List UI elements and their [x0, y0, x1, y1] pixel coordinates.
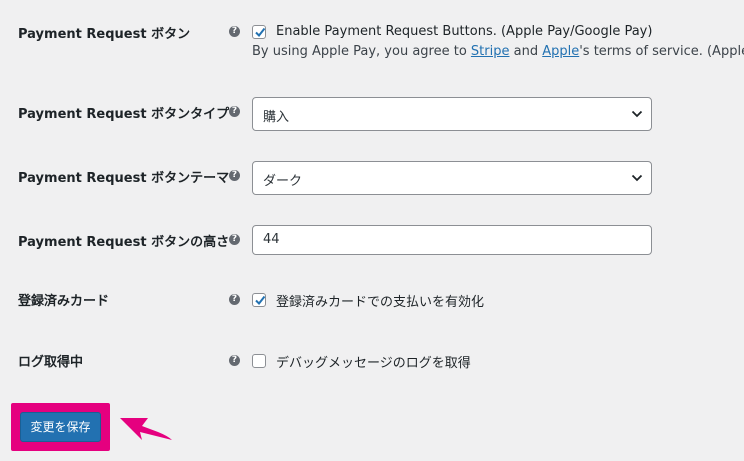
help-icon[interactable]: ? — [229, 294, 240, 305]
desc-text-after: 's terms of service. (Apple Pay — [579, 44, 744, 59]
help-icon[interactable]: ? — [229, 170, 240, 181]
button-theme-label: Payment Request ボタンテーマ — [18, 171, 230, 186]
desc-text-before: By using Apple Pay, you agree to — [252, 44, 471, 59]
logging-checkbox-label[interactable]: デバッグメッセージのログを取得 — [276, 352, 471, 371]
stripe-link[interactable]: Stripe — [471, 44, 510, 59]
button-height-input[interactable]: 44 — [252, 225, 652, 255]
saved-cards-checkbox-label[interactable]: 登録済みカードでの支払いを有効化 — [276, 291, 484, 310]
checkmark-icon — [255, 295, 266, 306]
checkmark-icon — [255, 27, 266, 38]
button-theme-select[interactable]: ダーク — [252, 161, 652, 195]
apple-link[interactable]: Apple — [542, 44, 579, 59]
button-type-select[interactable]: 購入 — [252, 97, 652, 131]
save-button[interactable]: 変更を保存 — [20, 412, 101, 442]
chevron-down-icon — [631, 110, 643, 118]
help-icon[interactable]: ? — [229, 234, 240, 245]
button-height-value: 44 — [263, 232, 280, 247]
help-icon[interactable]: ? — [229, 26, 240, 37]
button-theme-value: ダーク — [263, 174, 303, 189]
payment-request-checkbox-label[interactable]: Enable Payment Request Buttons. (Apple P… — [276, 24, 652, 39]
help-icon[interactable]: ? — [229, 355, 240, 366]
button-type-value: 購入 — [263, 110, 290, 125]
button-type-label: Payment Request ボタンタイプ — [18, 107, 230, 122]
saved-cards-checkbox[interactable] — [252, 293, 266, 307]
chevron-down-icon — [631, 174, 643, 182]
logging-label: ログ取得中 — [18, 355, 84, 370]
payment-request-description: By using Apple Pay, you agree to Stripe … — [252, 44, 744, 59]
saved-cards-label: 登録済みカード — [18, 294, 110, 309]
desc-text-mid: and — [509, 44, 543, 59]
payment-request-label: Payment Request ボタン — [18, 27, 191, 42]
save-button-highlight: 変更を保存 — [11, 403, 110, 451]
pointer-arrow-icon — [120, 418, 172, 440]
help-icon[interactable]: ? — [229, 106, 240, 117]
logging-checkbox[interactable] — [252, 354, 266, 368]
button-height-label: Payment Request ボタンの高さ — [18, 235, 230, 250]
payment-request-checkbox[interactable] — [252, 25, 266, 39]
